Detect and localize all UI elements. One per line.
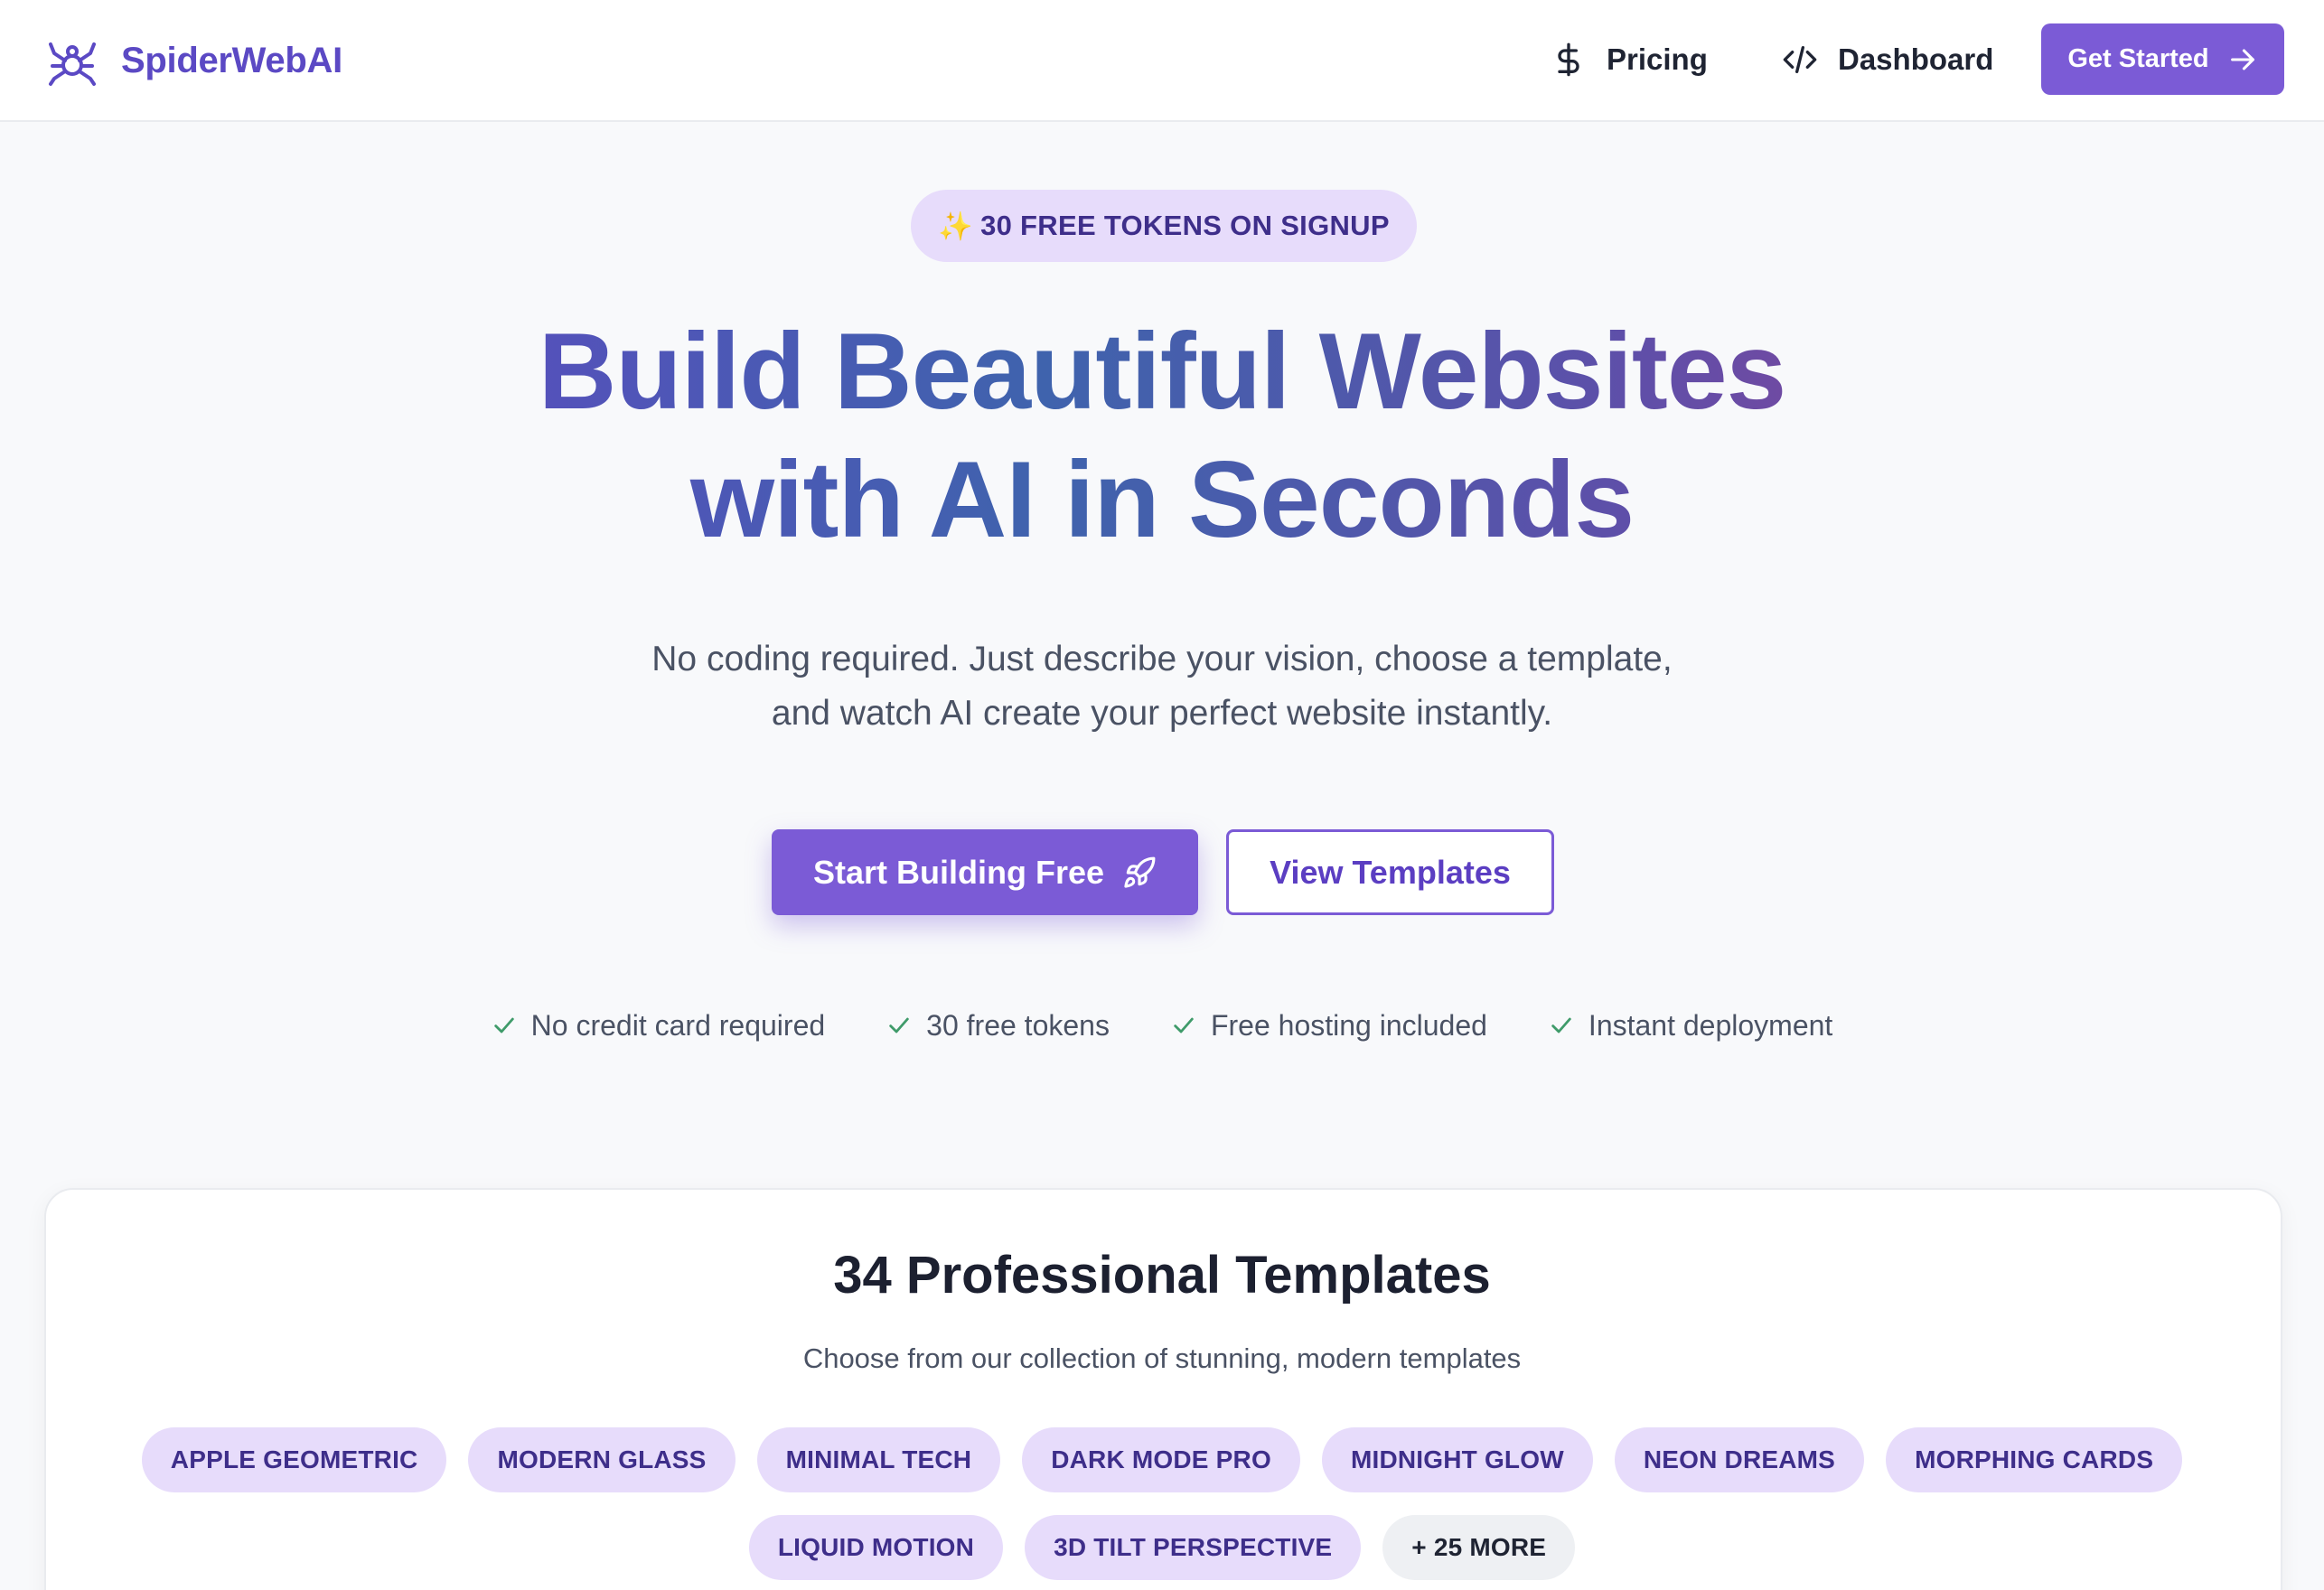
spider-icon bbox=[49, 42, 96, 86]
view-templates-label: View Templates bbox=[1270, 853, 1511, 891]
signup-bonus-text: 30 FREE TOKENS ON SIGNUP bbox=[980, 210, 1390, 241]
brand-logo[interactable]: SpiderWebAI bbox=[45, 31, 342, 90]
sparkles-icon: ✨ bbox=[938, 210, 974, 242]
feature-label: Free hosting included bbox=[1210, 1008, 1487, 1042]
templates-subtitle: Choose from our collection of stunning, … bbox=[802, 1342, 1522, 1374]
signup-bonus-badge: ✨ 30 FREE TOKENS ON SIGNUP bbox=[911, 190, 1417, 262]
nav-dashboard[interactable]: Dashboard bbox=[1782, 33, 1993, 87]
template-tag[interactable]: LIQUID MOTION bbox=[748, 1515, 1004, 1580]
feature-label: Instant deployment bbox=[1588, 1008, 1833, 1042]
nav-pricing[interactable]: Pricing bbox=[1551, 33, 1708, 87]
template-tag[interactable]: DARK MODE PRO bbox=[1022, 1427, 1300, 1492]
start-building-label: Start Building Free bbox=[812, 853, 1105, 891]
top-navbar: SpiderWebAI Pricing Dashboard Get Starte… bbox=[0, 0, 2324, 122]
template-tags-row-1: APPLE GEOMETRIC MODERN GLASS MINIMAL TEC… bbox=[0, 1427, 2324, 1492]
feature-item: 30 free tokens bbox=[886, 1003, 1110, 1048]
check-icon bbox=[493, 1017, 514, 1034]
start-building-button[interactable]: Start Building Free bbox=[772, 829, 1198, 915]
view-templates-button[interactable]: View Templates bbox=[1226, 829, 1554, 915]
check-icon bbox=[1174, 1017, 1194, 1034]
template-tag[interactable]: MIDNIGHT GLOW bbox=[1321, 1427, 1593, 1492]
feature-item: Free hosting included bbox=[1171, 1003, 1487, 1048]
template-tags-row-2: LIQUID MOTION 3D TILT PERSPECTIVE + 25 M… bbox=[0, 1515, 2324, 1580]
template-tag[interactable]: MORPHING CARDS bbox=[1886, 1427, 2183, 1492]
rocket-icon bbox=[1124, 856, 1156, 888]
code-icon bbox=[1783, 46, 1817, 74]
nav-dashboard-label: Dashboard bbox=[1838, 42, 1994, 76]
more-templates-tag[interactable]: + 25 MORE bbox=[1382, 1515, 1576, 1580]
get-started-button[interactable]: Get Started bbox=[2041, 23, 2284, 95]
landing-page: SpiderWebAI Pricing Dashboard Get Starte… bbox=[0, 0, 2324, 1590]
nav-pricing-label: Pricing bbox=[1607, 42, 1708, 76]
hero-title-line-2: with AI in Seconds bbox=[0, 435, 2324, 564]
hero-subtitle-line-1: No coding required. Just describe your v… bbox=[651, 640, 1673, 678]
feature-list: No credit card required 30 free tokens F… bbox=[0, 1003, 2324, 1048]
hero-title-line-1: Build Beautiful Websites bbox=[0, 307, 2324, 435]
feature-label: 30 free tokens bbox=[926, 1008, 1110, 1042]
check-icon bbox=[889, 1017, 909, 1034]
feature-item: No credit card required bbox=[492, 1003, 825, 1048]
template-tag[interactable]: 3D TILT PERSPECTIVE bbox=[1025, 1515, 1362, 1580]
templates-title: 34 Professional Templates bbox=[833, 1246, 1491, 1305]
hero-subtitle: No coding required. Just describe your v… bbox=[0, 632, 2324, 741]
hero-subtitle-line-2: and watch AI create your perfect website… bbox=[771, 694, 1553, 733]
template-tag[interactable]: MODERN GLASS bbox=[468, 1427, 736, 1492]
feature-item: Instant deployment bbox=[1549, 1003, 1832, 1048]
template-tag[interactable]: APPLE GEOMETRIC bbox=[141, 1427, 447, 1492]
template-tag[interactable]: MINIMAL TECH bbox=[756, 1427, 1001, 1492]
dollar-icon bbox=[1558, 42, 1579, 77]
get-started-label: Get Started bbox=[2067, 44, 2209, 73]
brand-name: SpiderWebAI bbox=[121, 40, 342, 80]
feature-label: No credit card required bbox=[530, 1008, 826, 1042]
template-tag[interactable]: NEON DREAMS bbox=[1614, 1427, 1865, 1492]
hero-title: Build Beautiful Websites with AI in Seco… bbox=[0, 307, 2324, 564]
check-icon bbox=[1551, 1017, 1571, 1034]
arrow-right-icon bbox=[2230, 49, 2254, 70]
